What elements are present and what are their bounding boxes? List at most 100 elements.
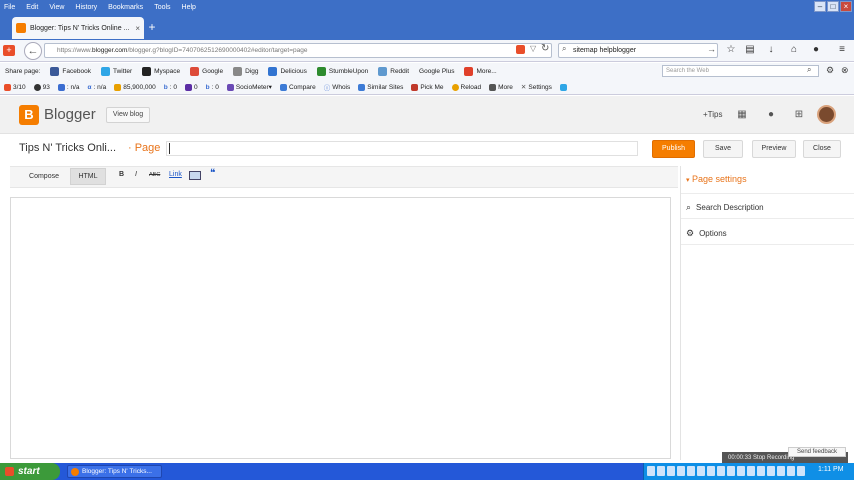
preview-button[interactable]: Preview <box>752 140 796 158</box>
search-description-item[interactable]: ⌕ Search Description <box>686 202 764 213</box>
dropdown-icon[interactable]: ▽ <box>530 44 536 53</box>
notifications-icon[interactable]: ● <box>764 108 778 122</box>
taskbar-firefox-item[interactable]: Blogger: Tips N' Tricks... <box>67 465 162 478</box>
strikethrough-button[interactable]: ABC <box>149 172 160 178</box>
seo-indexed[interactable]: : n/a <box>57 83 80 91</box>
seo-alexa[interactable]: α: n/a <box>88 84 107 91</box>
tray-app-icon[interactable] <box>657 466 665 476</box>
tray-app-icon[interactable] <box>727 466 735 476</box>
menu-icon[interactable]: ≡ <box>836 44 848 56</box>
tray-app-icon[interactable] <box>757 466 765 476</box>
menu-history[interactable]: History <box>75 4 97 11</box>
insert-image-icon[interactable] <box>189 171 201 180</box>
apps-grid-icon[interactable]: ▦ <box>735 108 749 122</box>
menu-file[interactable]: File <box>4 4 15 11</box>
tray-app-icon[interactable] <box>767 466 775 476</box>
tab-close-icon[interactable]: × <box>135 24 140 33</box>
menu-view[interactable]: View <box>49 4 64 11</box>
tray-app-icon[interactable] <box>787 466 795 476</box>
chat-icon[interactable]: ● <box>810 44 822 56</box>
url-bar[interactable]: https://www. blogger.com/blogger.g?blogID… <box>44 43 552 58</box>
send-feedback-button[interactable]: Send feedback <box>788 447 846 457</box>
options-item[interactable]: ⚙ Options <box>686 228 727 239</box>
share-more[interactable]: More... <box>464 67 497 76</box>
blogger-logo-icon[interactable]: B <box>19 105 39 125</box>
menu-bookmarks[interactable]: Bookmarks <box>108 4 143 11</box>
tray-app-icon[interactable] <box>647 466 655 476</box>
share-reddit[interactable]: Reddit <box>378 67 409 76</box>
share-google-plus[interactable]: Google Plus <box>419 68 454 75</box>
seo-yahoo[interactable]: 0 <box>184 83 198 91</box>
web-search-input[interactable]: Search the Web <box>662 65 819 77</box>
maximize-button[interactable]: □ <box>827 1 839 12</box>
download-icon[interactable]: ↓ <box>765 44 777 56</box>
minimize-button[interactable]: – <box>814 1 826 12</box>
menu-help[interactable]: Help <box>182 4 196 11</box>
avatar[interactable] <box>817 105 836 124</box>
seo-google-results[interactable]: 85,900,000 <box>114 83 156 91</box>
italic-button[interactable]: I <box>135 171 137 178</box>
toolbar-close-icon[interactable]: ⊗ <box>841 65 849 76</box>
seo-pick-me[interactable]: Pick Me <box>411 83 444 91</box>
page-title-input[interactable] <box>166 141 638 156</box>
seo-rank[interactable]: 93 <box>33 83 50 91</box>
addon-plus-icon[interactable] <box>516 45 525 54</box>
home-icon[interactable]: ⌂ <box>788 44 800 56</box>
tray-app-icon[interactable] <box>777 466 785 476</box>
browser-tab[interactable]: Blogger: Tips N' Tricks Online ... × <box>12 17 144 39</box>
tray-app-icon[interactable] <box>717 466 725 476</box>
tray-app-icon[interactable] <box>737 466 745 476</box>
share-stumbleupon[interactable]: StumbleUpon <box>316 67 368 76</box>
window-close-button[interactable]: × <box>840 1 852 12</box>
share-twitter[interactable]: Twitter <box>100 67 132 76</box>
tips-link[interactable]: +Tips <box>703 110 723 119</box>
addon-icon[interactable]: + <box>3 45 15 56</box>
view-blog-button[interactable]: View blog <box>106 107 150 123</box>
seo-pagerank[interactable]: 3/10 <box>4 83 26 91</box>
back-button[interactable]: ← <box>24 42 42 60</box>
tray-app-icon[interactable] <box>707 466 715 476</box>
menu-edit[interactable]: Edit <box>26 4 38 11</box>
seo-settings[interactable]: ✕ Settings <box>521 83 552 92</box>
quote-button[interactable]: ❝ <box>210 168 215 179</box>
share-myspace[interactable]: Myspace <box>142 67 180 76</box>
new-tab-button[interactable]: + <box>146 20 158 34</box>
seo-similar-sites[interactable]: Similar Sites <box>358 83 403 91</box>
seo-more[interactable]: More <box>489 83 513 91</box>
close-button[interactable]: Close <box>803 140 841 158</box>
html-mode-tab[interactable]: HTML <box>70 168 106 185</box>
search-input[interactable]: sitemap helpblogger <box>558 43 718 58</box>
reload-icon[interactable]: ↻ <box>541 43 549 54</box>
seo-bing[interactable]: b: 0 <box>164 84 177 91</box>
share-plus-icon[interactable]: ⊞ <box>792 108 806 122</box>
share-delicious[interactable]: Delicious <box>268 67 307 76</box>
search-go-icon[interactable]: → <box>707 44 716 54</box>
seo-reload[interactable]: Reload <box>451 83 481 91</box>
web-search-icon[interactable]: ⌕ <box>807 65 811 75</box>
share-facebook[interactable]: Facebook <box>50 67 91 76</box>
tray-app-icon[interactable] <box>687 466 695 476</box>
seo-backlinks[interactable]: b: 0 <box>206 84 219 91</box>
tray-app-icon[interactable] <box>697 466 705 476</box>
bold-button[interactable]: B <box>119 171 124 178</box>
share-google[interactable]: Google <box>190 67 223 76</box>
bookmark-star-icon[interactable]: ☆ <box>725 44 737 56</box>
page-settings-header[interactable]: ▾ Page settings <box>686 174 747 184</box>
compose-mode-tab[interactable]: Compose <box>20 168 68 185</box>
seo-compare[interactable]: Compare <box>279 83 316 91</box>
bookmarks-list-icon[interactable]: ▤ <box>744 44 756 56</box>
seo-sociometer[interactable]: SocioMeter▾ <box>226 83 272 91</box>
blogger-brand[interactable]: Blogger <box>44 106 96 123</box>
share-digg[interactable]: Digg <box>233 67 258 76</box>
tray-app-icon[interactable] <box>797 466 805 476</box>
seo-whois[interactable]: ⓘ Whois <box>324 82 351 93</box>
tray-app-icon[interactable] <box>747 466 755 476</box>
tray-app-icon[interactable] <box>677 466 685 476</box>
seo-twitter[interactable] <box>559 83 567 91</box>
link-button[interactable]: Link <box>169 171 182 178</box>
toolbar-settings-icon[interactable]: ⚙ <box>826 65 834 76</box>
menu-tools[interactable]: Tools <box>154 4 170 11</box>
tray-app-icon[interactable] <box>667 466 675 476</box>
html-editor-textarea[interactable] <box>10 197 671 459</box>
save-button[interactable]: Save <box>703 140 743 158</box>
